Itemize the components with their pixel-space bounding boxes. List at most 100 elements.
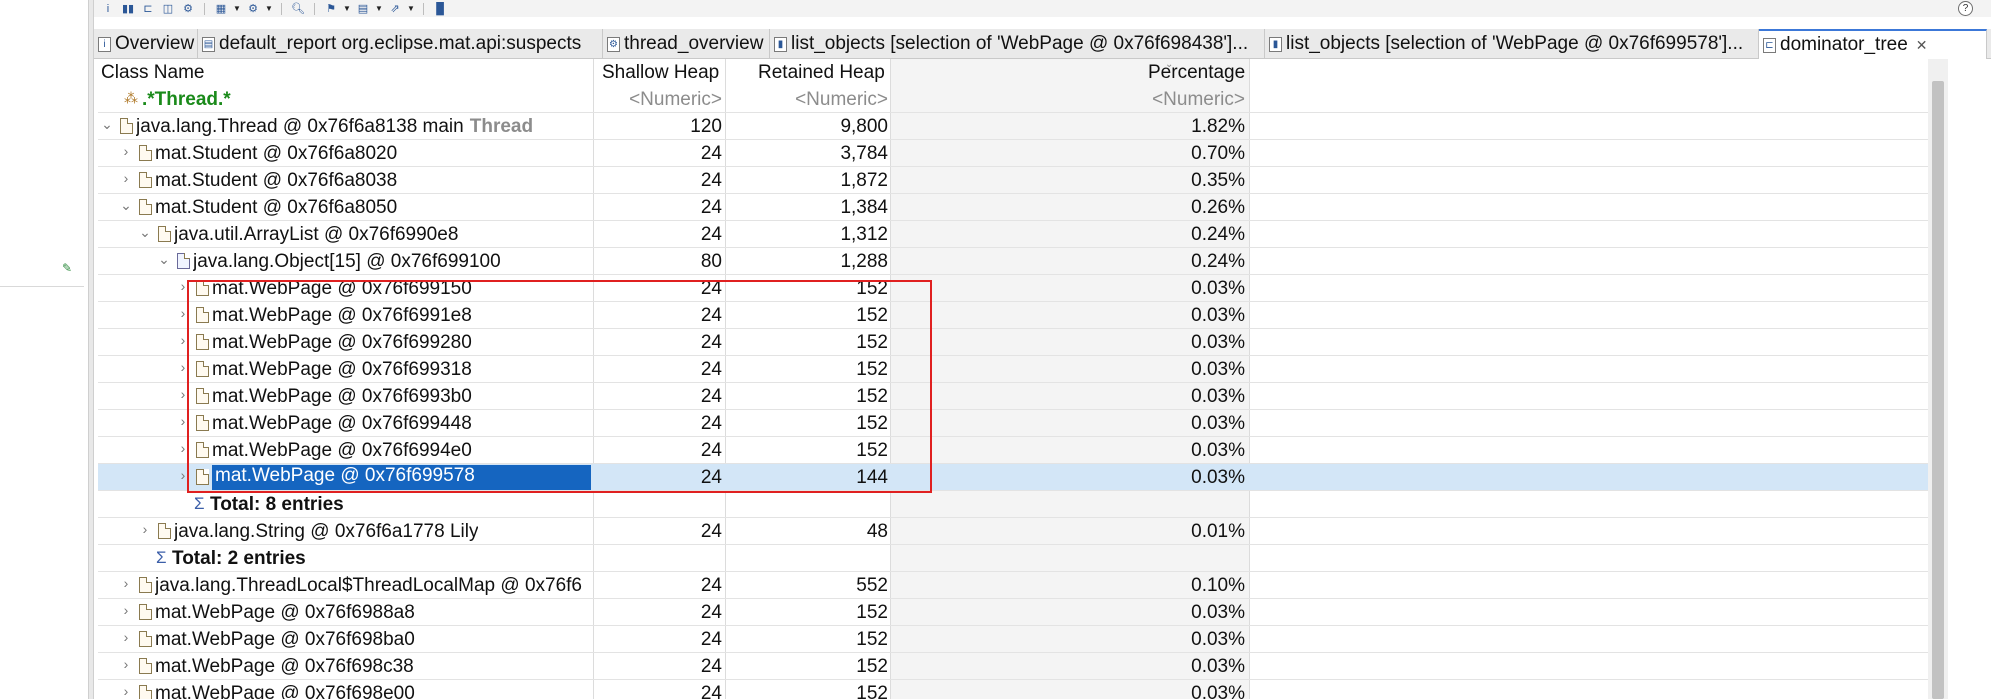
info-icon[interactable]: i [100,2,116,16]
column-header-shallow-heap[interactable]: Shallow Heap [602,62,719,84]
help-icon[interactable]: ? [1958,1,1973,16]
expand-icon[interactable]: › [119,602,133,618]
group-icon[interactable]: ⚑ [323,2,339,16]
dominator-tree-table: Class Name Shallow Heap Retained Heap Pe… [98,59,1928,699]
percentage-cell: 0.24% [1191,224,1245,245]
tab-list-objects-1[interactable]: ▮ list_objects [selection of 'WebPage @ … [770,29,1265,59]
percentage-cell: 0.03% [1191,656,1245,677]
toolbar-separator [423,2,424,15]
expand-icon[interactable]: › [119,656,133,672]
shallow-heap-filter[interactable]: <Numeric> [629,89,722,111]
tree-row[interactable]: › java.lang.String @ 0x76f6a1778 Lily 24 48… [98,518,1928,545]
expand-icon[interactable]: › [119,575,133,591]
tree-row[interactable]: › mat.WebPage @ 0x76f698c38 24 152 0.03% [98,653,1928,680]
expand-icon[interactable]: › [176,332,190,348]
tree-row[interactable]: › mat.Student @ 0x76f6a8020 24 3,784 0.70% [98,140,1928,167]
class-name-cell: mat.WebPage @ 0x76f699578 [212,465,591,490]
column-header-class-name[interactable]: Class Name [101,62,204,84]
tree-row[interactable]: › mat.WebPage @ 0x76f699150 24 152 0.03% [98,275,1928,302]
expand-icon[interactable]: › [119,629,133,645]
thread-icon[interactable]: ⚙ [180,2,196,16]
percentage-filter[interactable]: <Numeric> [1152,89,1245,111]
class-name-filter[interactable]: .*Thread.* [142,89,231,111]
oql-icon[interactable]: ◫ [160,2,176,16]
tree-row[interactable]: ⌄ java.lang.Object[15] @ 0x76f699100 80 1,2… [98,248,1928,275]
close-icon[interactable]: ✕ [1916,37,1928,54]
tab-dominator-tree[interactable]: ⊏ dominator_tree ✕ [1759,29,1987,59]
tree-row[interactable]: › mat.Student @ 0x76f6a8038 24 1,872 0.35% [98,167,1928,194]
toolbar-separator [204,2,205,15]
chevron-down-icon[interactable]: ▼ [407,4,415,13]
object-icon [196,388,209,404]
query-browser-icon[interactable]: ▦ [213,2,229,16]
tab-overview[interactable]: i Overview [94,29,198,59]
expand-icon[interactable]: › [176,440,190,456]
chevron-down-icon[interactable]: ▼ [265,4,273,13]
collapse-icon[interactable]: ⌄ [138,224,152,241]
calculate-icon[interactable]: ▤ [355,2,371,16]
class-name-cell: mat.WebPage @ 0x76f698c38 [155,656,414,678]
tab-thread-overview[interactable]: ⚙ thread_overview [603,29,770,59]
report-icon[interactable]: ▐▌ [432,2,448,16]
percentage-cell: 0.03% [1191,305,1245,326]
tree-row[interactable]: › mat.WebPage @ 0x76f698e00 24 152 0.03% [98,680,1928,699]
column-header-retained-heap[interactable]: Retained Heap [758,62,885,84]
heap-dump-overview-icon[interactable]: ⚙ [245,2,261,16]
collapse-icon[interactable]: ⌄ [100,116,114,133]
chevron-down-icon[interactable]: ▼ [233,4,241,13]
total-row[interactable]: Σ Total: 8 entries [98,491,1928,518]
tree-row[interactable]: › mat.WebPage @ 0x76f6994e0 24 152 0.03% [98,437,1928,464]
dominator-tree-icon[interactable]: ⊏ [140,2,156,16]
tree-row[interactable]: › mat.WebPage @ 0x76f6991e8 24 152 0.03% [98,302,1928,329]
tab-default-report[interactable]: ▤ default_report org.eclipse.mat.api:sus… [198,29,603,59]
object-icon [158,226,171,242]
shallow-heap-cell: 24 [700,305,722,326]
object-icon [139,145,152,161]
percentage-cell: 0.03% [1191,602,1245,623]
tree-row[interactable]: › mat.WebPage @ 0x76f699578 24 144 0.03% [98,464,1928,491]
expand-icon[interactable]: › [176,467,190,483]
expand-icon[interactable]: › [119,170,133,186]
expand-icon[interactable]: › [119,683,133,699]
expand-icon[interactable]: › [176,413,190,429]
scrollbar-thumb[interactable] [1932,81,1944,699]
class-name-cell: mat.Student @ 0x76f6a8050 [155,197,397,219]
tree-row[interactable]: › java.lang.ThreadLocal$ThreadLocalMap @ … [98,572,1928,599]
tree-row[interactable]: ⌄ java.lang.Thread @ 0x76f6a8138 main Thre… [98,113,1928,140]
class-name-cell: mat.Student @ 0x76f6a8020 [155,143,397,165]
tree-row[interactable]: ⌄ mat.Student @ 0x76f6a8050 24 1,384 0.26% [98,194,1928,221]
chevron-down-icon[interactable]: ▼ [343,4,351,13]
vertical-scrollbar[interactable] [1928,59,1948,699]
tab-list-objects-2[interactable]: ▮ list_objects [selection of 'WebPage @ … [1265,29,1759,59]
expand-icon[interactable]: › [176,386,190,402]
tab-label: default_report org.eclipse.mat.api:suspe… [219,33,582,54]
expand-icon[interactable]: › [176,359,190,375]
search-icon[interactable]: 🔍︎ [290,2,306,16]
expand-icon[interactable]: › [119,143,133,159]
tree-row[interactable]: › mat.WebPage @ 0x76f699448 24 152 0.03% [98,410,1928,437]
tree-row[interactable]: › mat.WebPage @ 0x76f699318 24 152 0.03% [98,356,1928,383]
total-row[interactable]: Σ Total: 2 entries [98,545,1928,572]
expand-icon[interactable]: › [138,521,152,537]
panel-sash[interactable] [88,0,94,699]
tree-row[interactable]: ⌄ java.util.ArrayList @ 0x76f6990e8 24 1,31… [98,221,1928,248]
tree-row[interactable]: › mat.WebPage @ 0x76f6988a8 24 152 0.03% [98,599,1928,626]
expand-icon[interactable]: › [176,305,190,321]
retained-heap-cell: 152 [856,683,888,699]
class-name-cell: mat.Student @ 0x76f6a8038 [155,170,397,192]
object-label: mat.WebPage @ 0x76f6993b0 [212,386,472,407]
retained-heap-filter[interactable]: <Numeric> [795,89,888,111]
histogram-icon[interactable]: ▮▮ [120,2,136,16]
collapse-icon[interactable]: ⌄ [157,251,171,268]
column-header-percentage[interactable]: Percentage [1148,62,1245,84]
chevron-down-icon[interactable]: ▼ [375,4,383,13]
export-icon[interactable]: ⇗ [387,2,403,16]
editor-toolbar: i ▮▮ ⊏ ◫ ⚙ ▦ ▼ ⚙ ▼ 🔍︎ ⚑ ▼ ▤ ▼ ⇗ ▼ ▐▌ ? [94,0,1991,17]
shallow-heap-cell: 24 [700,683,722,699]
tree-row[interactable]: › mat.WebPage @ 0x76f698ba0 24 152 0.03% [98,626,1928,653]
expand-icon[interactable]: › [176,278,190,294]
tree-row[interactable]: › mat.WebPage @ 0x76f6993b0 24 152 0.03% [98,383,1928,410]
tree-row[interactable]: › mat.WebPage @ 0x76f699280 24 152 0.03% [98,329,1928,356]
collapse-icon[interactable]: ⌄ [119,197,133,214]
pin-icon[interactable]: ✎ [62,262,74,274]
